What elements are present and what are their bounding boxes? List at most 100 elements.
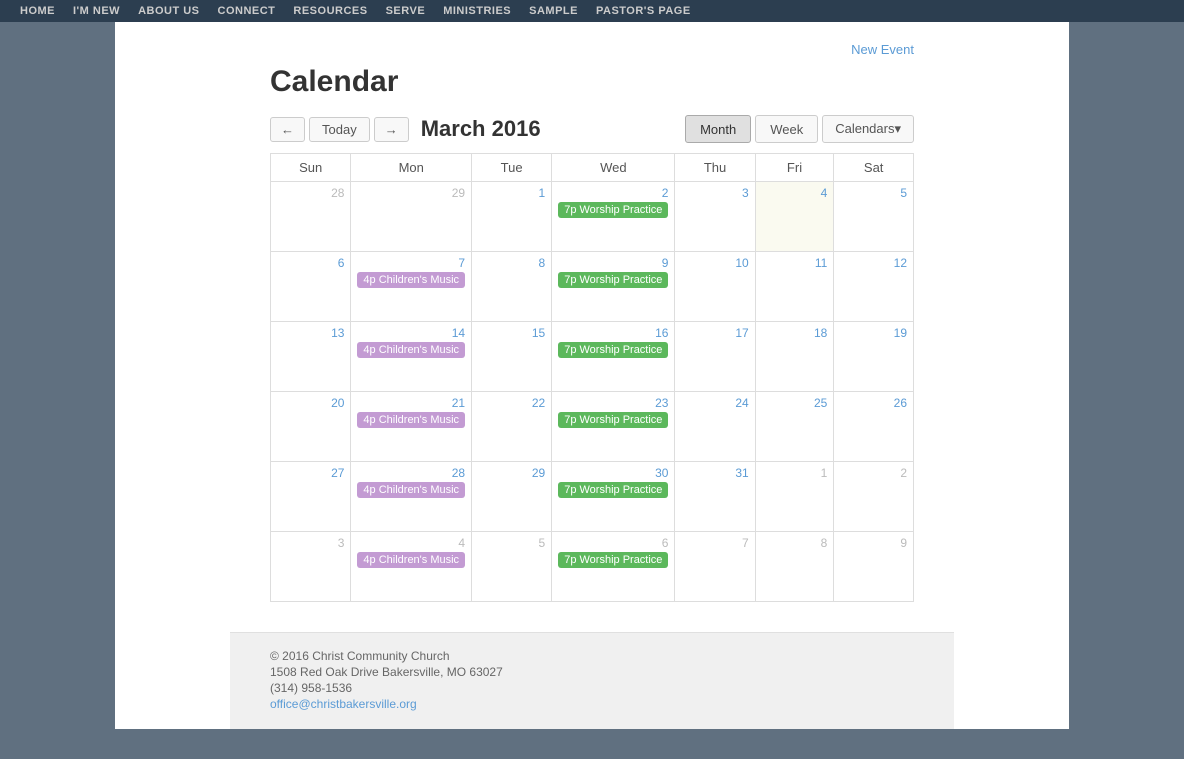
calendar-cell[interactable]: 23 7p Worship Practice xyxy=(552,392,675,462)
day-number: 20 xyxy=(277,396,344,410)
calendar-cell[interactable]: 5 xyxy=(472,532,552,602)
calendar-cell[interactable]: 9 7p Worship Practice xyxy=(552,252,675,322)
calendar-cell[interactable]: 9 xyxy=(834,532,914,602)
new-event-link[interactable]: New Event xyxy=(851,42,914,57)
nav-ministries[interactable]: MINISTRIES xyxy=(443,5,511,17)
day-number: 9 xyxy=(558,256,668,270)
day-number: 29 xyxy=(478,466,545,480)
calendar-cell[interactable]: 26 xyxy=(834,392,914,462)
day-number: 13 xyxy=(277,326,344,340)
month-label: March 2016 xyxy=(421,116,685,142)
calendar-event[interactable]: 7p Worship Practice xyxy=(558,272,668,288)
calendar-cell[interactable]: 3 xyxy=(271,532,351,602)
calendar-cell[interactable]: 67p Worship Practice xyxy=(552,532,675,602)
week-view-button[interactable]: Week xyxy=(755,115,818,143)
calendar-cell[interactable]: 27p Worship Practice xyxy=(552,182,675,252)
nav-home[interactable]: HOME xyxy=(20,5,55,17)
calendar-cell[interactable]: 20 xyxy=(271,392,351,462)
day-header-wed: Wed xyxy=(552,154,675,182)
month-view-button[interactable]: Month xyxy=(685,115,751,143)
today-button[interactable]: Today xyxy=(309,117,370,142)
prev-button[interactable]: ← xyxy=(270,117,305,142)
day-header-sun: Sun xyxy=(271,154,351,182)
day-number: 5 xyxy=(840,186,907,200)
calendar-cell[interactable]: 31 xyxy=(675,462,755,532)
calendar-cell[interactable]: 19 xyxy=(834,322,914,392)
calendar-event[interactable]: 4p Children's Music xyxy=(357,272,465,288)
day-number: 2 xyxy=(840,466,907,480)
calendar-cell[interactable]: 307p Worship Practice xyxy=(552,462,675,532)
calendar-cell[interactable]: 8 xyxy=(755,532,834,602)
calendar-row: 6 74p Children's Music 89 7p Worship Practi… xyxy=(271,252,914,322)
page-wrapper: New Event Calendar ← Today → March 2016 … xyxy=(0,22,1184,729)
calendar-cell[interactable]: 18 xyxy=(755,322,834,392)
calendar-row: 28 29 127p Worship Practice345 xyxy=(271,182,914,252)
day-number: 4 xyxy=(762,186,828,200)
calendar-event[interactable]: 7p Worship Practice xyxy=(558,482,668,498)
calendar-event[interactable]: 7p Worship Practice xyxy=(558,552,668,568)
calendar-event[interactable]: 4p Children's Music xyxy=(357,412,465,428)
calendar-cell[interactable]: 10 xyxy=(675,252,755,322)
calendar-cell[interactable]: 5 xyxy=(834,182,914,252)
calendar-cell[interactable]: 28 xyxy=(271,182,351,252)
calendar-cell[interactable]: 25 xyxy=(755,392,834,462)
calendar-cell[interactable]: 4 xyxy=(755,182,834,252)
calendar-event[interactable]: 4p Children's Music xyxy=(357,552,465,568)
page-footer: © 2016 Christ Community Church 1508 Red … xyxy=(230,632,954,729)
next-button[interactable]: → xyxy=(374,117,409,142)
nav-serve[interactable]: SERVE xyxy=(386,5,426,17)
calendar-cell[interactable]: 44p Children's Music xyxy=(351,532,472,602)
calendar-cell[interactable]: 3 xyxy=(675,182,755,252)
footer-copyright: © 2016 Christ Community Church xyxy=(270,649,914,663)
day-number: 23 xyxy=(558,396,668,410)
day-number: 6 xyxy=(277,256,344,270)
calendar-cell[interactable]: 1 xyxy=(472,182,552,252)
calendar-event[interactable]: 7p Worship Practice xyxy=(558,412,668,428)
calendar-cell[interactable]: 214p Children's Music xyxy=(351,392,472,462)
calendar-cell[interactable]: 11 xyxy=(755,252,834,322)
day-header-thu: Thu xyxy=(675,154,755,182)
calendar-cell[interactable]: 8 xyxy=(472,252,552,322)
day-number: 7 xyxy=(681,536,748,550)
day-number: 11 xyxy=(762,256,828,270)
nav-about-us[interactable]: ABOUT US xyxy=(138,5,199,17)
calendar-cell[interactable]: 13 xyxy=(271,322,351,392)
calendar-cell[interactable]: 29 xyxy=(351,182,472,252)
footer-email-link[interactable]: office@christbakersville.org xyxy=(270,697,417,711)
calendar-cell[interactable]: 17 xyxy=(675,322,755,392)
calendar-cell[interactable]: 15 xyxy=(472,322,552,392)
calendar-cell[interactable]: 22 xyxy=(472,392,552,462)
calendar-cell[interactable]: 24 xyxy=(675,392,755,462)
calendars-dropdown-button[interactable]: Calendars▾ xyxy=(822,115,914,143)
calendar-cell[interactable]: 284p Children's Music xyxy=(351,462,472,532)
calendar-event[interactable]: 7p Worship Practice xyxy=(558,202,668,218)
calendar-cell[interactable]: 167p Worship Practice xyxy=(552,322,675,392)
calendar-cell[interactable]: 29 xyxy=(472,462,552,532)
nav-sample[interactable]: SAMPLE xyxy=(529,5,578,17)
day-header-sat: Sat xyxy=(834,154,914,182)
day-number: 15 xyxy=(478,326,545,340)
nav-im-new[interactable]: I'M NEW xyxy=(73,5,120,17)
day-number: 8 xyxy=(478,256,545,270)
calendar-cell[interactable]: 14 4p Children's Music xyxy=(351,322,472,392)
main-content: New Event Calendar ← Today → March 2016 … xyxy=(230,22,954,632)
calendar-cell[interactable]: 74p Children's Music xyxy=(351,252,472,322)
calendar-event[interactable]: 7p Worship Practice xyxy=(558,342,668,358)
calendar-event[interactable]: 4p Children's Music xyxy=(357,482,465,498)
day-number: 24 xyxy=(681,396,748,410)
calendar-cell[interactable]: 12 xyxy=(834,252,914,322)
day-number: 14 xyxy=(357,326,465,340)
calendar-cell[interactable]: 6 xyxy=(271,252,351,322)
day-number: 26 xyxy=(840,396,907,410)
nav-resources[interactable]: RESOURCES xyxy=(293,5,367,17)
calendar-cell[interactable]: 7 xyxy=(675,532,755,602)
day-number: 10 xyxy=(681,256,748,270)
calendar-cell[interactable]: 27 xyxy=(271,462,351,532)
nav-connect[interactable]: CONNECT xyxy=(218,5,276,17)
calendar-event[interactable]: 4p Children's Music xyxy=(357,342,465,358)
calendar-cell[interactable]: 1 xyxy=(755,462,834,532)
nav-pastors-page[interactable]: PASTOR'S PAGE xyxy=(596,5,691,17)
day-header-fri: Fri xyxy=(755,154,834,182)
calendar-cell[interactable]: 2 xyxy=(834,462,914,532)
day-number: 29 xyxy=(357,186,465,200)
